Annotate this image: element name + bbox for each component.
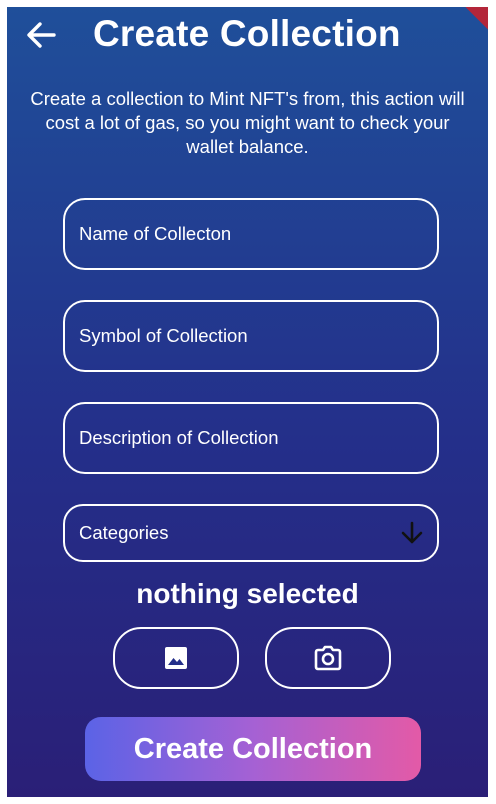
- gallery-button[interactable]: [113, 627, 239, 689]
- create-collection-button[interactable]: Create Collection: [85, 717, 421, 781]
- collection-description-placeholder: Description of Collection: [79, 427, 279, 448]
- create-collection-screen: Create Collection Create a collection to…: [7, 7, 488, 797]
- collection-symbol-placeholder: Symbol of Collection: [79, 325, 248, 346]
- back-button[interactable]: [21, 17, 61, 53]
- categories-dropdown[interactable]: Categories: [63, 504, 439, 562]
- collection-name-placeholder: Name of Collecton: [79, 223, 232, 244]
- intro-text: Create a collection to Mint NFT's from, …: [30, 88, 465, 157]
- collection-symbol-field[interactable]: Symbol of Collection: [63, 300, 439, 372]
- categories-label: Categories: [79, 522, 169, 543]
- app-bar: Create Collection: [7, 7, 488, 67]
- camera-icon: [314, 645, 342, 671]
- page-title: Create Collection: [93, 13, 401, 54]
- collection-name-field[interactable]: Name of Collecton: [63, 198, 439, 270]
- camera-button[interactable]: [265, 627, 391, 689]
- arrow-left-icon: [27, 22, 56, 48]
- selection-status: nothing selected: [136, 578, 359, 609]
- arrow-down-icon: [401, 521, 423, 544]
- image-icon: [165, 647, 187, 669]
- collection-description-field[interactable]: Description of Collection: [63, 402, 439, 474]
